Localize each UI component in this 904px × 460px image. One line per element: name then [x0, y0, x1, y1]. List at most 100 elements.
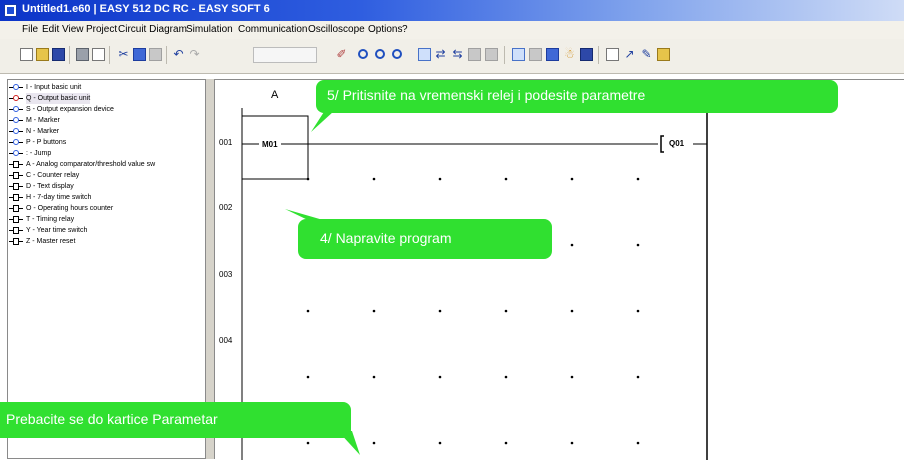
insert-column-icon[interactable]: ⇄ [434, 48, 447, 61]
grid-point [306, 441, 310, 445]
row-number: 001 [219, 138, 233, 147]
app-icon [4, 4, 17, 17]
new-document-icon[interactable] [20, 48, 33, 61]
menu-oscilloscope[interactable]: Oscilloscope [308, 24, 365, 35]
grid-point [504, 375, 508, 379]
rectangle-icon[interactable] [606, 48, 619, 61]
menu-options[interactable]: Options [368, 24, 402, 35]
grid-view-icon[interactable] [512, 48, 525, 61]
grid-point [372, 441, 376, 445]
delete-icon[interactable] [468, 48, 481, 61]
grid-point [636, 441, 640, 445]
copy-icon[interactable] [133, 48, 146, 61]
grid-point [372, 177, 376, 181]
zoom-fit-icon[interactable] [392, 49, 402, 59]
function-block-icon [9, 227, 23, 234]
toolbar-separator [166, 46, 167, 64]
operand-item[interactable]: P - P buttons [9, 137, 204, 148]
cut-icon[interactable]: ✂ [117, 48, 130, 61]
grid-point [636, 375, 640, 379]
zoom-in-icon[interactable] [358, 49, 368, 59]
menu-circuit-diagram[interactable]: Circuit Diagram [118, 24, 187, 35]
contact-icon [9, 106, 23, 113]
row-number: 004 [219, 336, 233, 345]
print-icon[interactable] [76, 48, 89, 61]
callout-step5: 5/ Pritisnite na vremenski relej i podes… [316, 80, 838, 113]
cross-icon[interactable] [485, 48, 498, 61]
insert-row-icon[interactable] [418, 48, 431, 61]
menu-view[interactable]: View [62, 24, 84, 35]
operand-item[interactable]: N - Marker [9, 126, 204, 137]
grid-point [504, 177, 508, 181]
contact-icon [9, 84, 23, 91]
pencil-icon[interactable]: ✎ [640, 48, 653, 61]
contact-icon [9, 150, 23, 157]
row-number: 003 [219, 270, 233, 279]
line-icon[interactable]: ↗ [623, 48, 636, 61]
callout-step5-text: 5/ Pritisnite na vremenski relej i podes… [327, 87, 646, 103]
grid-point [570, 441, 574, 445]
operand-item[interactable]: A - Analog comparator/threshold value sw [9, 159, 204, 170]
window-title: Untitled1.e60 | EASY 512 DC RC - EASY SO… [22, 3, 270, 15]
coil-q01[interactable]: Q01 [669, 139, 684, 148]
function-block-icon [9, 205, 23, 212]
menu-edit[interactable]: Edit [42, 24, 59, 35]
operand-item[interactable]: M - Marker [9, 115, 204, 126]
grid-point [570, 243, 574, 247]
grid-point [438, 177, 442, 181]
operand-item[interactable]: Y - Year time switch [9, 225, 204, 236]
menu-bar: File Edit View Project Circuit Diagram S… [0, 21, 904, 40]
function-block-icon [9, 183, 23, 190]
menu-project[interactable]: Project [86, 24, 117, 35]
toolbar: ✂ ↶ ↷ ✐ ⇄ ⇆ ☃ ↗ ✎ [0, 39, 904, 74]
paste-icon[interactable] [149, 48, 162, 61]
operand-item[interactable]: : - Jump [9, 148, 204, 159]
callout-step4: 4/ Napravite program [298, 219, 552, 259]
menu-file[interactable]: File [22, 24, 38, 35]
redo-icon[interactable]: ↷ [188, 48, 201, 61]
title-bar: Untitled1.e60 | EASY 512 DC RC - EASY SO… [0, 0, 904, 21]
save-icon[interactable] [52, 48, 65, 61]
operand-item[interactable]: O - Operating hours counter [9, 203, 204, 214]
menu-communication[interactable]: Communication [238, 24, 307, 35]
toolbar-separator [109, 46, 110, 64]
operand-item[interactable]: D - Text display [9, 181, 204, 192]
zoom-combo[interactable] [253, 47, 317, 63]
toolbar-separator [504, 46, 505, 64]
row-number: 002 [219, 203, 233, 212]
table-icon[interactable] [580, 48, 593, 61]
grid-point [504, 441, 508, 445]
contact-m01[interactable]: M01 [262, 140, 278, 149]
grid-point [636, 309, 640, 313]
coil-bracket-icon [660, 135, 664, 153]
undo-icon[interactable]: ↶ [172, 48, 185, 61]
operand-item[interactable]: C - Counter relay [9, 170, 204, 181]
zoom-out-icon[interactable] [375, 49, 385, 59]
operand-item[interactable]: H - 7-day time switch [9, 192, 204, 203]
menu-simulation[interactable]: Simulation [186, 24, 233, 35]
operand-item[interactable]: Q - Output basic unit [9, 93, 204, 104]
open-folder-icon[interactable] [36, 48, 49, 61]
operand-item[interactable]: I - Input basic unit [9, 82, 204, 93]
operand-item[interactable]: T - Timing relay [9, 214, 204, 225]
grid-point [306, 375, 310, 379]
callout-tab: Prebacite se do kartice Parametar [0, 402, 351, 438]
contact-icon [9, 95, 23, 102]
note-icon[interactable] [657, 48, 670, 61]
connect-icon[interactable]: ⇆ [451, 48, 464, 61]
menu-help[interactable]: ? [402, 24, 408, 35]
circuit-view-icon[interactable] [546, 48, 559, 61]
operand-item[interactable]: Z - Master reset [9, 236, 204, 247]
grid-point [438, 375, 442, 379]
parameters-icon[interactable]: ☃ [563, 48, 576, 61]
print-preview-icon[interactable] [92, 48, 105, 61]
operand-item[interactable]: S - Output expansion device [9, 104, 204, 115]
function-block-icon [9, 194, 23, 201]
list-view-icon[interactable] [529, 48, 542, 61]
callout-tab-text: Prebacite se do kartice Parametar [6, 411, 218, 427]
grid-point [570, 177, 574, 181]
function-block-icon [9, 216, 23, 223]
pen-icon[interactable]: ✐ [335, 48, 348, 61]
toolbar-separator [69, 46, 70, 64]
grid-point [636, 243, 640, 247]
